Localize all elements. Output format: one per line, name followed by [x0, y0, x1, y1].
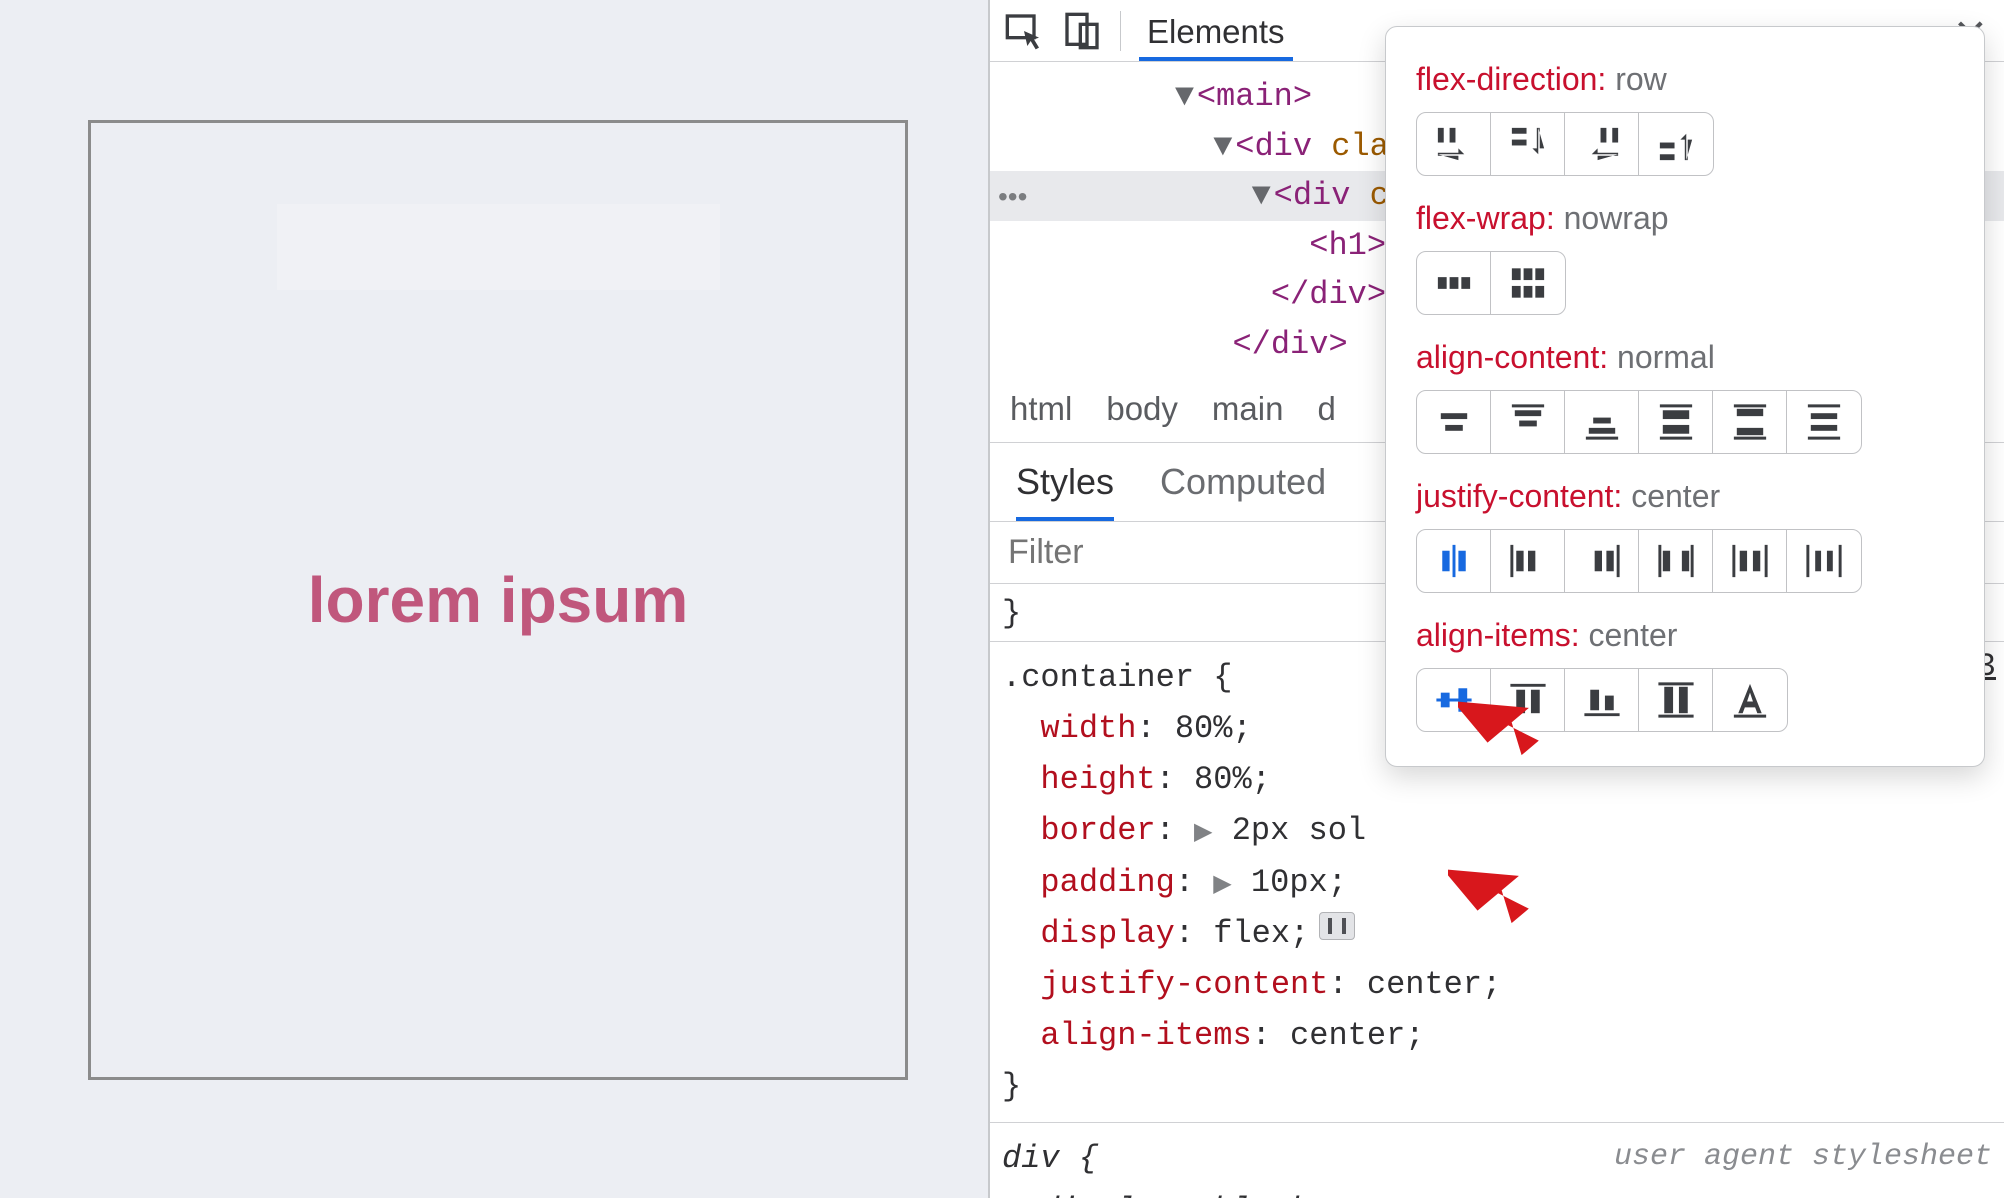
- popup-align-items-title: align-items: center: [1416, 617, 1954, 654]
- page-preview-pane: lorem ipsum: [0, 0, 988, 1198]
- popup-align-content-title: align-content: normal: [1416, 339, 1954, 376]
- ai-baseline-icon[interactable]: [1713, 669, 1787, 731]
- jc-space-between-icon[interactable]: [1639, 530, 1713, 592]
- device-toggle-icon[interactable]: [1062, 11, 1102, 51]
- ac-flex-start-icon[interactable]: [1491, 391, 1565, 453]
- inspect-element-icon[interactable]: [1004, 11, 1044, 51]
- tab-computed[interactable]: Computed: [1160, 461, 1326, 521]
- crumb-html[interactable]: html: [1010, 390, 1072, 428]
- crumb-main[interactable]: main: [1212, 390, 1284, 428]
- ac-flex-end-icon[interactable]: [1565, 391, 1639, 453]
- ac-stretch-icon[interactable]: [1639, 391, 1713, 453]
- fw-nowrap-icon[interactable]: [1417, 252, 1491, 314]
- fd-row-reverse-icon[interactable]: [1565, 113, 1639, 175]
- fd-column-icon[interactable]: [1491, 113, 1565, 175]
- devtools-panel: ✕ Elements ▼<main> ▼<div class=" ▼<div c…: [988, 0, 2004, 1198]
- toolbar-separator: [1120, 11, 1121, 51]
- crumb-body[interactable]: body: [1106, 390, 1178, 428]
- container-box: lorem ipsum: [88, 120, 908, 1080]
- flexbox-editor-popup: flex-direction: row flex-wrap: nowrap: [1385, 26, 1985, 767]
- fw-wrap-icon[interactable]: [1491, 252, 1565, 314]
- crumb-div[interactable]: d: [1317, 390, 1335, 428]
- fd-row-icon[interactable]: [1417, 113, 1491, 175]
- ai-flex-start-icon[interactable]: [1491, 669, 1565, 731]
- jc-space-around-icon[interactable]: [1713, 530, 1787, 592]
- jc-space-evenly-icon[interactable]: [1787, 530, 1861, 592]
- popup-flex-direction-title: flex-direction: row: [1416, 61, 1954, 98]
- ai-flex-end-icon[interactable]: [1565, 669, 1639, 731]
- ai-center-icon[interactable]: [1417, 669, 1491, 731]
- css-rule-ua-div[interactable]: user agent stylesheet div { display: blo…: [990, 1122, 2004, 1198]
- ac-center-icon[interactable]: [1417, 391, 1491, 453]
- ac-space-between-icon[interactable]: [1713, 391, 1787, 453]
- jc-flex-end-icon[interactable]: [1565, 530, 1639, 592]
- heading-lorem: lorem ipsum: [308, 563, 689, 637]
- ac-space-around-icon[interactable]: [1787, 391, 1861, 453]
- popup-justify-content-title: justify-content: center: [1416, 478, 1954, 515]
- ua-stylesheet-label: user agent stylesheet: [1614, 1133, 1992, 1181]
- popup-flex-wrap-title: flex-wrap: nowrap: [1416, 200, 1954, 237]
- jc-flex-start-icon[interactable]: [1491, 530, 1565, 592]
- tab-elements[interactable]: Elements: [1139, 1, 1293, 61]
- ai-stretch-icon[interactable]: [1639, 669, 1713, 731]
- tab-styles[interactable]: Styles: [1016, 461, 1114, 521]
- fd-column-reverse-icon[interactable]: [1639, 113, 1713, 175]
- flex-editor-badge[interactable]: [1319, 912, 1355, 940]
- jc-center-icon[interactable]: [1417, 530, 1491, 592]
